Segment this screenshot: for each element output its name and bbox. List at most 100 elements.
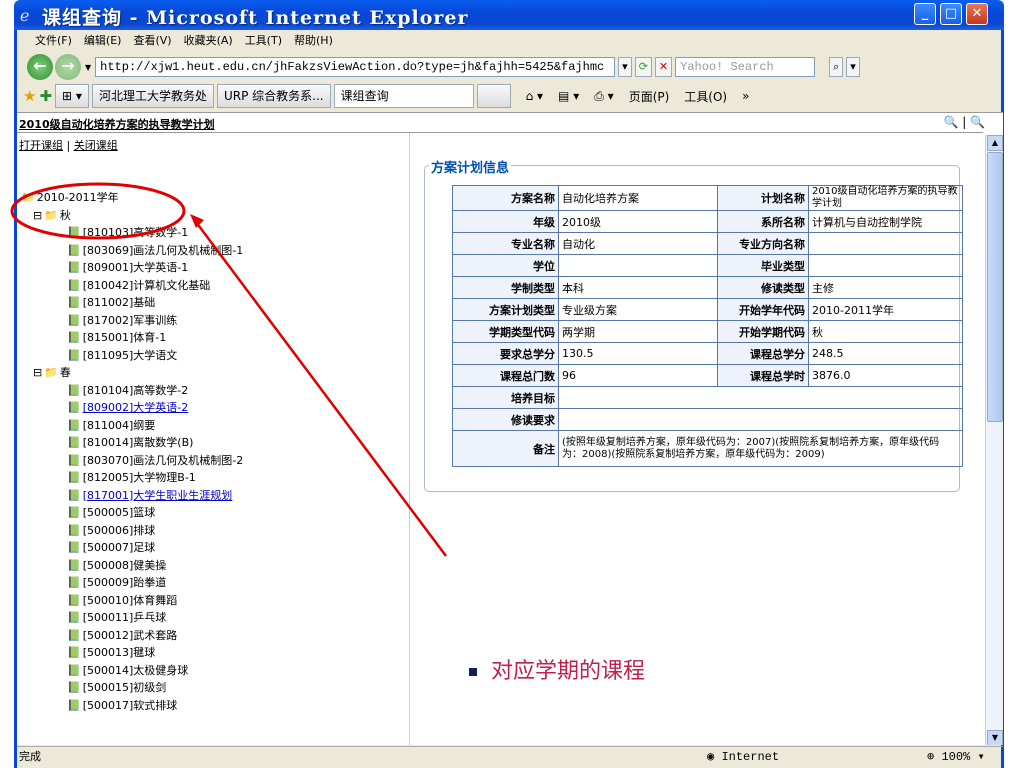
term-node[interactable]: ⊟ 📁 秋 [19, 207, 399, 225]
tree-node-label[interactable]: [500009]跆拳道 [83, 576, 167, 589]
course-node[interactable]: 📗 [500012]武术套路 [19, 627, 399, 645]
tree-node-label[interactable]: [500017]软式排球 [83, 699, 178, 712]
collapse-icon[interactable]: ⊟ [33, 364, 42, 382]
course-node[interactable]: 📗 [500009]跆拳道 [19, 574, 399, 592]
minimize-button[interactable]: _ [914, 3, 936, 25]
tab-urp[interactable]: URP 综合教务系... [216, 84, 331, 108]
tree-node-label[interactable]: [500015]初级剑 [83, 681, 167, 694]
course-node[interactable]: 📗 [500010]体育舞蹈 [19, 592, 399, 610]
tree-node-label[interactable]: [811002]基础 [83, 296, 156, 309]
term-node[interactable]: ⊟ 📁 春 [19, 364, 399, 382]
tree-node-label[interactable]: [500013]毽球 [83, 646, 156, 659]
search-options-icon[interactable]: ▾ [846, 57, 860, 77]
close-group-link[interactable]: 关闭课组 [74, 139, 118, 152]
tree-node-label[interactable]: [817001]大学生职业生涯规划 [83, 489, 233, 502]
tree-node-label[interactable]: [500005]篮球 [83, 506, 156, 519]
course-node[interactable]: 📗 [500013]毽球 [19, 644, 399, 662]
tab-jwc[interactable]: 河北理工大学教务处 [91, 84, 214, 108]
course-node[interactable]: 📗 [815001]体育-1 [19, 329, 399, 347]
home-icon[interactable]: ⌂ ▾ [526, 89, 543, 103]
tree-node-label[interactable]: 2010-2011学年 [37, 191, 119, 204]
tree-node-label[interactable]: [810014]离散数学(B) [83, 436, 194, 449]
tree-node-label[interactable]: [500010]体育舞蹈 [83, 594, 178, 607]
course-node[interactable]: 📗 [809001]大学英语-1 [19, 259, 399, 277]
tree-node-label[interactable]: 春 [60, 366, 71, 379]
tree-node-label[interactable]: [500011]乒乓球 [83, 611, 167, 624]
tree-node-label[interactable]: [817002]军事训练 [83, 314, 178, 327]
course-node[interactable]: 📗 [500011]乒乓球 [19, 609, 399, 627]
tree-node-label[interactable]: [500008]健美操 [83, 559, 167, 572]
course-node[interactable]: 📗 [817001]大学生职业生涯规划 [19, 487, 399, 505]
stop-icon[interactable]: ✕ [654, 57, 673, 77]
scroll-thumb[interactable] [987, 152, 1003, 422]
course-node[interactable]: 📗 [811002]基础 [19, 294, 399, 312]
course-node[interactable]: 📗 [812005]大学物理B-1 [19, 469, 399, 487]
menu-view[interactable]: 查看(V) [133, 32, 171, 48]
page-menu[interactable]: 页面(P) [629, 88, 670, 105]
window-titlebar[interactable]: ℯ 课组查询 - Microsoft Internet Explorer _ □… [14, 0, 1004, 30]
tree-node-label[interactable]: [809002]大学英语-2 [83, 401, 189, 414]
tree-node-label[interactable]: [815001]体育-1 [83, 331, 167, 344]
vertical-scrollbar[interactable]: ▲ ▼ [985, 135, 1003, 745]
course-node[interactable]: 📗 [809002]大学英语-2 [19, 399, 399, 417]
add-favorite-icon[interactable]: ✚ [39, 87, 52, 105]
course-node[interactable]: 📗 [810014]离散数学(B) [19, 434, 399, 452]
tree-node-label[interactable]: [811095]大学语文 [83, 349, 178, 362]
tree-node-label[interactable]: 秋 [60, 209, 71, 222]
zoom-level[interactable]: ⊕ 100% ▾ [927, 747, 985, 767]
feeds-icon[interactable]: ▤ ▾ [558, 89, 579, 103]
search-input[interactable]: Yahoo! Search [675, 57, 816, 77]
maximize-button[interactable]: □ [940, 3, 962, 25]
favorites-star-icon[interactable]: ★ [23, 87, 36, 105]
back-button[interactable]: ← [27, 54, 53, 80]
tab-course-group[interactable]: 课组查询 [333, 84, 474, 108]
forward-button[interactable]: → [55, 54, 81, 80]
collapse-icon[interactable]: ⊟ [33, 207, 42, 225]
scroll-up-icon[interactable]: ▲ [987, 135, 1003, 151]
course-node[interactable]: 📗 [810104]高等数学-2 [19, 382, 399, 400]
new-tab-button[interactable] [476, 84, 511, 108]
tree-node-label[interactable]: [809001]大学英语-1 [83, 261, 189, 274]
course-node[interactable]: 📗 [500015]初级剑 [19, 679, 399, 697]
course-node[interactable]: 📗 [500014]太极健身球 [19, 662, 399, 680]
course-node[interactable]: 📗 [817002]军事训练 [19, 312, 399, 330]
menu-help[interactable]: 帮助(H) [294, 32, 333, 48]
close-button[interactable]: ✕ [966, 3, 988, 25]
course-node[interactable]: 📗 [803070]画法几何及机械制图-2 [19, 452, 399, 470]
course-node[interactable]: 📗 [811004]纲要 [19, 417, 399, 435]
tree-node-label[interactable]: [500007]足球 [83, 541, 156, 554]
scroll-down-icon[interactable]: ▼ [987, 730, 1003, 745]
course-node[interactable]: 📗 [810103]高等数学-1 [19, 224, 399, 242]
course-node[interactable]: 📗 [811095]大学语文 [19, 347, 399, 365]
menu-favorites[interactable]: 收藏夹(A) [184, 32, 233, 48]
refresh-icon[interactable]: ⟳ [634, 57, 652, 77]
course-node[interactable]: 📗 [500008]健美操 [19, 557, 399, 575]
tree-node-label[interactable]: [812005]大学物理B-1 [83, 471, 196, 484]
course-node[interactable]: 📗 [803069]画法几何及机械制图-1 [19, 242, 399, 260]
quick-tabs-icon[interactable]: ⊞ ▾ [55, 84, 89, 108]
tree-node-label[interactable]: [810042]计算机文化基础 [83, 279, 211, 292]
course-node[interactable]: 📗 [500007]足球 [19, 539, 399, 557]
tree-node-label[interactable]: [811004]纲要 [83, 419, 156, 432]
term-node[interactable]: 📁 2010-2011学年 [19, 189, 399, 207]
print-icon[interactable]: ⎙ ▾ [594, 89, 613, 104]
tree-node-label[interactable]: [500012]武术套路 [83, 629, 178, 642]
menu-edit[interactable]: 编辑(E) [84, 32, 122, 48]
zoom-icons[interactable]: 🔍 | 🔍 [943, 115, 985, 129]
tree-node-label[interactable]: [810103]高等数学-1 [83, 226, 189, 239]
open-group-link[interactable]: 打开课组 [19, 139, 63, 152]
more-chevron-icon[interactable]: » [742, 89, 749, 103]
history-dropdown-icon[interactable]: ▼ [85, 63, 91, 72]
tree-node-label[interactable]: [803069]画法几何及机械制图-1 [83, 244, 244, 257]
course-node[interactable]: 📗 [500005]篮球 [19, 504, 399, 522]
tree-node-label[interactable]: [803070]画法几何及机械制图-2 [83, 454, 244, 467]
tools-menu[interactable]: 工具(O) [684, 88, 727, 105]
search-icon[interactable]: ⌕ [829, 57, 844, 77]
course-node[interactable]: 📗 [810042]计算机文化基础 [19, 277, 399, 295]
tree-node-label[interactable]: [500006]排球 [83, 524, 156, 537]
course-node[interactable]: 📗 [500017]软式排球 [19, 697, 399, 715]
course-node[interactable]: 📗 [500006]排球 [19, 522, 399, 540]
address-dropdown-icon[interactable]: ▾ [618, 57, 632, 77]
tree-node-label[interactable]: [810104]高等数学-2 [83, 384, 189, 397]
tree-node-label[interactable]: [500014]太极健身球 [83, 664, 189, 677]
